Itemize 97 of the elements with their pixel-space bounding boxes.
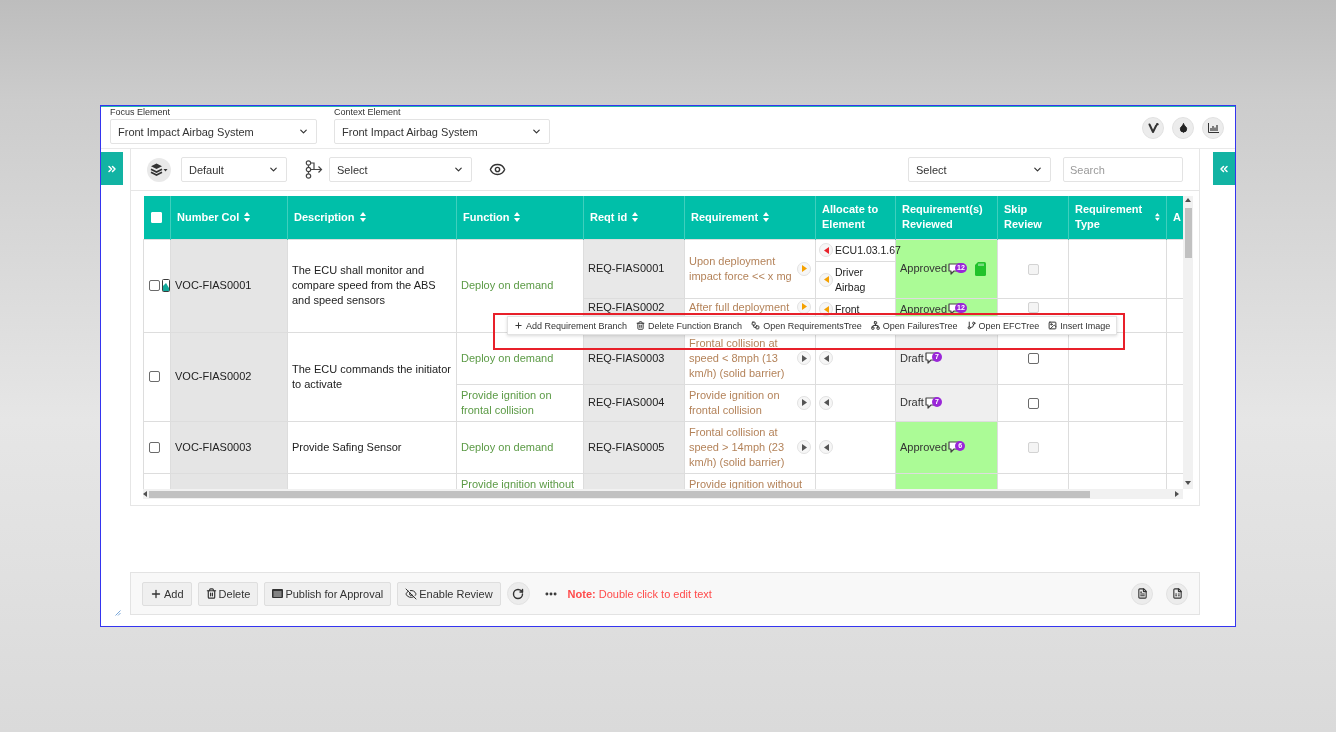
trash-icon xyxy=(636,321,646,330)
status-text: Approved xyxy=(900,439,948,455)
bar-chart-icon xyxy=(1207,122,1219,133)
resize-grip-icon[interactable] xyxy=(115,610,121,616)
menu-item[interactable]: Insert Image xyxy=(1048,320,1111,331)
refresh-button[interactable] xyxy=(506,582,530,605)
status-text: Draft xyxy=(900,350,924,366)
refresh-icon xyxy=(512,587,525,600)
menu-item[interactable]: Open FailuresTree xyxy=(870,320,958,331)
table-cell: The ECU shall monitor and compare speed from the ABS and speed sensors xyxy=(287,239,457,332)
trash-icon xyxy=(205,588,217,599)
chevron-down-icon xyxy=(531,126,542,137)
branch-icon xyxy=(966,321,976,330)
toolbar-button[interactable]: Delete xyxy=(197,581,259,606)
status-text: Approved xyxy=(900,301,948,317)
collapse-button[interactable] xyxy=(819,351,833,365)
collapse-button[interactable] xyxy=(819,243,833,257)
select-all-checkbox[interactable] xyxy=(151,212,163,224)
requirement-text: After full deployment xyxy=(689,299,791,315)
requirement-text: Upon deployment impact force << x mg xyxy=(689,253,793,284)
toolbar-button[interactable]: Publish for Approval xyxy=(264,581,392,606)
image-icon[interactable] xyxy=(162,279,170,292)
chevron-down-icon xyxy=(298,126,309,137)
toolbar-button[interactable]: Enable Review xyxy=(397,581,501,606)
tree-arrow-icon[interactable] xyxy=(305,160,323,179)
droplet-icon xyxy=(1177,122,1189,133)
element-name: ECU1.03.1.67 xyxy=(835,242,901,258)
filter-select[interactable]: Select xyxy=(908,157,1051,182)
table-cell: The ECU commands the initiator to activate xyxy=(287,332,457,421)
view-select[interactable]: Default xyxy=(181,157,287,182)
layers-button[interactable] xyxy=(147,157,171,182)
sitemap-icon xyxy=(870,321,880,330)
export-document-button[interactable] xyxy=(1131,582,1153,605)
table-cell: REQ-FIAS0001 xyxy=(583,239,685,298)
table-cell: Provide ignition on frontal collision xyxy=(456,384,584,421)
menu-item[interactable]: Open EFCTree xyxy=(966,320,1040,331)
layers-icon xyxy=(150,163,168,176)
scroll-up-icon[interactable] xyxy=(1185,198,1191,202)
expand-button[interactable] xyxy=(797,440,811,454)
table-cell: VOC-FIAS0001 xyxy=(170,239,288,332)
menu-item[interactable]: Open RequirementsTree xyxy=(751,320,862,331)
element-select[interactable]: Front Impact Airbag System xyxy=(334,119,550,144)
expand-button[interactable] xyxy=(797,351,811,365)
search-field[interactable]: Search xyxy=(1063,157,1183,182)
collapse-button[interactable] xyxy=(819,440,833,454)
status-text: Approved xyxy=(900,261,948,276)
status-text: Draft xyxy=(900,395,924,410)
diagram-icon xyxy=(751,321,761,330)
eye-icon[interactable] xyxy=(489,161,506,178)
table-cell: VOC-FIAS0003 xyxy=(170,421,288,473)
chart-button[interactable] xyxy=(1202,116,1224,139)
requirement-text: Frontal collision at speed > 14mph (23 km/h) (solid barrier) xyxy=(689,424,786,470)
skip-review-checkbox[interactable] xyxy=(1027,353,1039,365)
field-label: Focus Element xyxy=(110,107,172,118)
table-cell: REQ-FIAS0005 xyxy=(583,421,685,473)
row-checkbox[interactable] xyxy=(149,441,160,453)
note-text: Note: Double click to edit text xyxy=(567,587,712,600)
scrollbar-thumb[interactable] xyxy=(149,491,1090,498)
collapse-button[interactable] xyxy=(819,395,833,410)
layout-select[interactable]: Select xyxy=(329,157,472,182)
requirement-text: Provide ignition on frontal collision xyxy=(689,387,781,418)
table-cell: Deploy on demand xyxy=(456,421,584,473)
element-name: Front xyxy=(835,301,860,317)
chevron-down-icon xyxy=(453,164,464,175)
plus-icon xyxy=(150,587,162,600)
element-name: Driver Airbag xyxy=(835,264,867,295)
chevron-down-icon xyxy=(268,164,279,175)
document-icon xyxy=(1136,588,1148,599)
scrollbar-thumb[interactable] xyxy=(1185,208,1192,258)
row-checkbox[interactable] xyxy=(149,280,160,291)
v-shape-icon xyxy=(1147,122,1159,133)
skip-review-checkbox[interactable] xyxy=(1027,397,1039,409)
table-cell: Provide Safing Sensor xyxy=(287,421,457,473)
requirement-text: Frontal collision at speed < 8mph (13 km/h) (solid barrier) xyxy=(689,335,786,381)
row-checkbox[interactable] xyxy=(149,371,160,382)
horizontal-scrollbar[interactable] xyxy=(143,489,1183,499)
table-icon xyxy=(272,589,284,598)
plus-icon xyxy=(514,321,523,330)
table-cell: REQ-FIAS0004 xyxy=(583,384,685,421)
element-select[interactable]: Front Impact Airbag System xyxy=(110,119,317,144)
table-cell: VOC-FIAS0002 xyxy=(170,332,288,421)
eye-off-icon xyxy=(405,587,418,600)
export-sheet-button[interactable] xyxy=(1166,582,1188,605)
expand-button[interactable] xyxy=(797,395,811,410)
scroll-left-icon[interactable] xyxy=(143,491,147,497)
scroll-down-icon[interactable] xyxy=(1185,481,1191,485)
field-label: Context Element xyxy=(334,107,402,118)
vertical-scrollbar[interactable] xyxy=(1183,196,1193,489)
spreadsheet-icon xyxy=(1171,588,1183,599)
droplet-button[interactable] xyxy=(1172,116,1194,139)
v-shape-button[interactable] xyxy=(1142,116,1164,139)
expand-button[interactable] xyxy=(797,299,811,314)
chevron-down-icon xyxy=(1032,164,1043,175)
toolbar-button[interactable]: Add xyxy=(142,581,192,606)
requirement-text: Provide ignition without xyxy=(689,476,804,489)
scroll-right-icon[interactable] xyxy=(1175,491,1179,497)
picture-icon xyxy=(1048,321,1058,330)
